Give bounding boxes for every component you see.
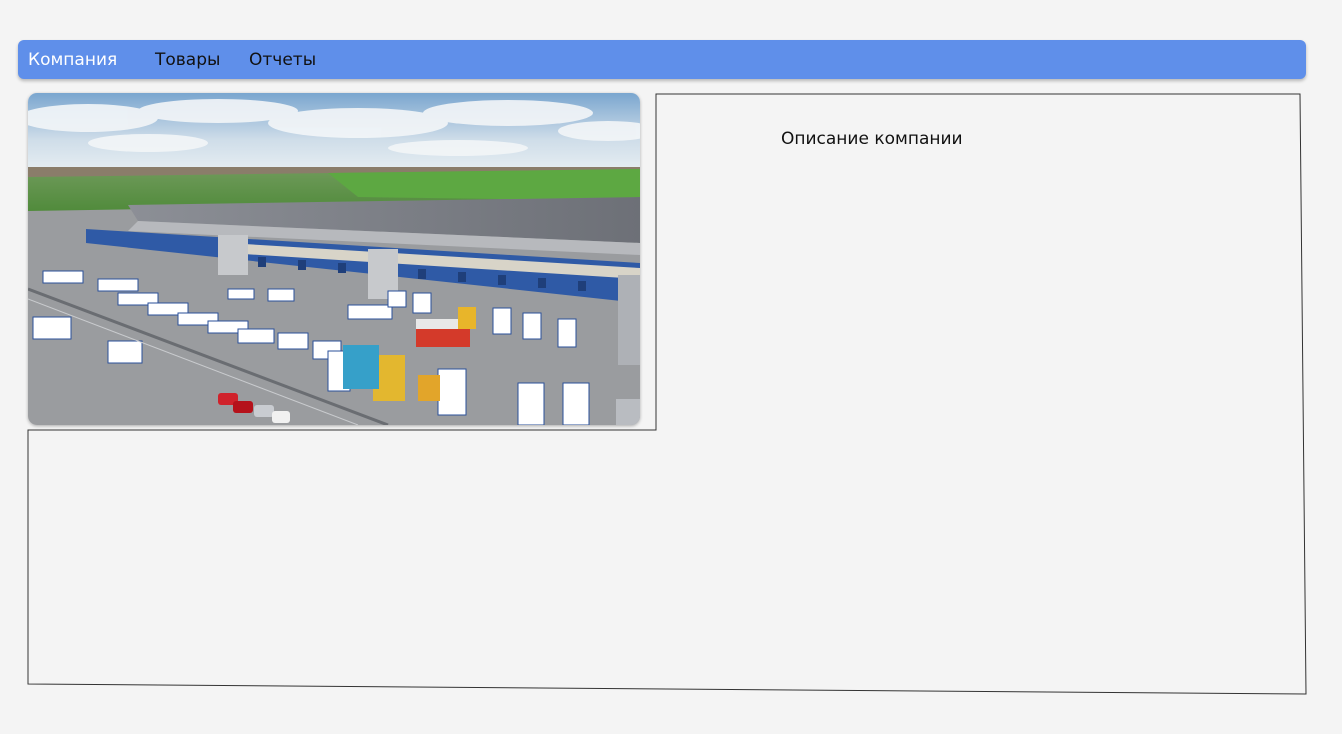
company-description-heading: Описание компании bbox=[781, 129, 963, 149]
warehouse-photo bbox=[28, 93, 640, 425]
